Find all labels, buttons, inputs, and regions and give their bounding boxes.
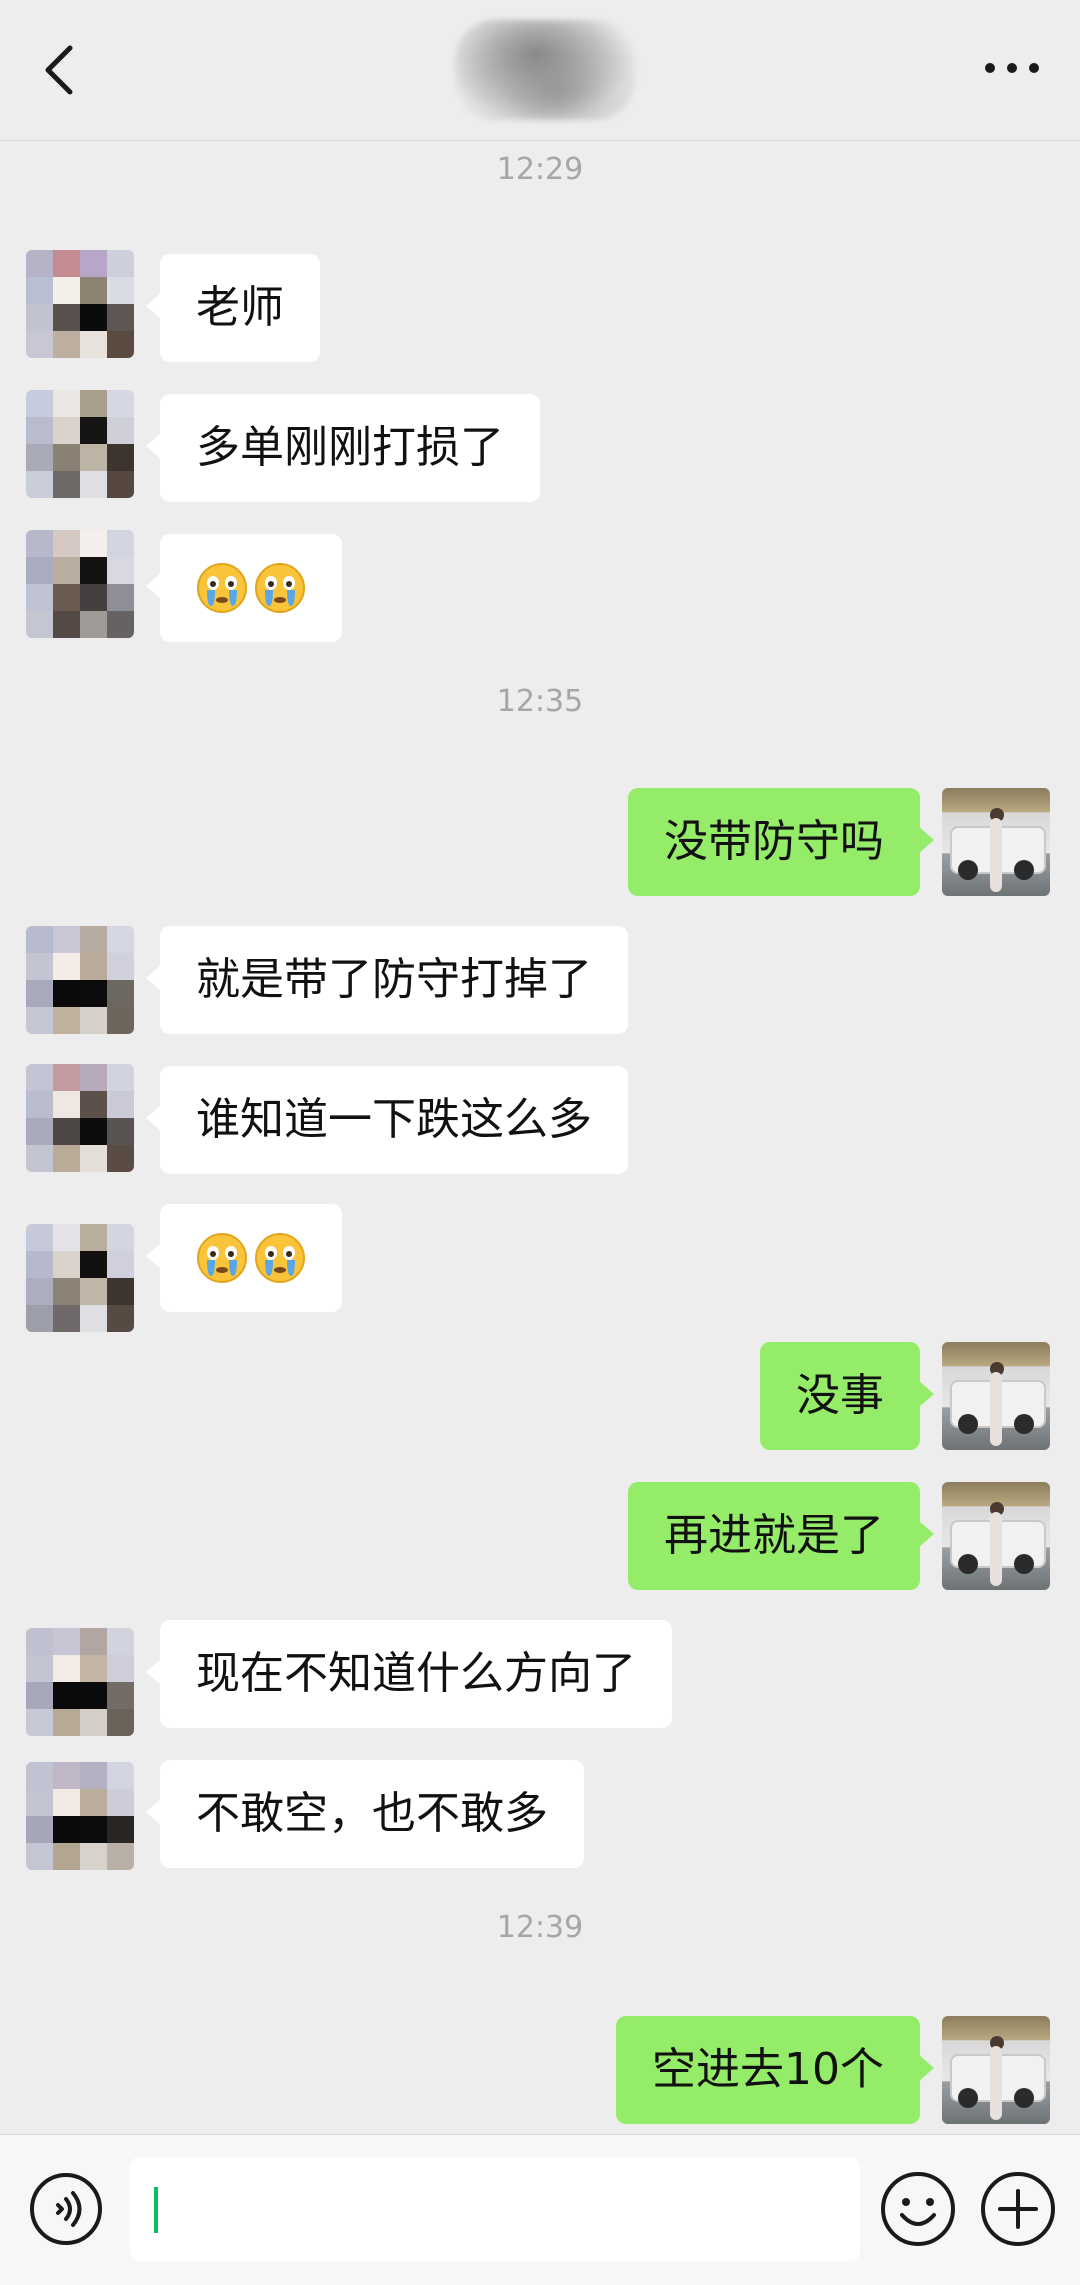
my-avatar[interactable] bbox=[942, 2016, 1050, 2124]
my-avatar[interactable] bbox=[942, 1482, 1050, 1590]
outgoing-message[interactable]: 没带防守吗 bbox=[628, 788, 934, 896]
message-input[interactable] bbox=[144, 2167, 848, 2253]
outgoing-message[interactable]: 没事 bbox=[760, 1342, 934, 1450]
message-text: 谁知道一下跌这么多 bbox=[196, 1094, 592, 1145]
incoming-message[interactable]: 不敢空，也不敢多 bbox=[146, 1760, 584, 1868]
crying-face-icon bbox=[197, 1233, 247, 1283]
crying-face-icon bbox=[255, 1233, 305, 1283]
incoming-message[interactable]: 老师 bbox=[146, 254, 320, 362]
my-avatar[interactable] bbox=[942, 1342, 1050, 1450]
outgoing-message[interactable]: 空进去10个 bbox=[616, 2016, 934, 2124]
message-text: 没事 bbox=[796, 1370, 884, 1421]
contact-avatar[interactable] bbox=[26, 926, 134, 1034]
emoji-row bbox=[196, 562, 306, 614]
message-input-box[interactable] bbox=[130, 2157, 860, 2261]
contact-avatar[interactable] bbox=[26, 250, 134, 358]
incoming-message[interactable]: 现在不知道什么方向了 bbox=[146, 1620, 672, 1728]
smiley-icon[interactable] bbox=[878, 2169, 958, 2249]
timestamp: 12:39 bbox=[496, 1910, 584, 1945]
message-text: 空进去10个 bbox=[652, 2044, 884, 2095]
text-caret bbox=[154, 2187, 158, 2233]
contact-avatar[interactable] bbox=[26, 1628, 134, 1736]
message-text: 不敢空，也不敢多 bbox=[196, 1788, 548, 1839]
chevron-left-icon[interactable] bbox=[36, 38, 86, 102]
timestamp: 12:29 bbox=[496, 152, 584, 187]
contact-avatar[interactable] bbox=[26, 530, 134, 638]
input-bar bbox=[0, 2134, 1080, 2285]
message-text: 现在不知道什么方向了 bbox=[196, 1648, 636, 1699]
message-text: 多单刚刚打损了 bbox=[196, 422, 504, 473]
incoming-message[interactable]: 谁知道一下跌这么多 bbox=[146, 1066, 628, 1174]
timestamp: 12:35 bbox=[496, 684, 584, 719]
incoming-message[interactable]: 就是带了防守打掉了 bbox=[146, 926, 628, 1034]
incoming-message[interactable] bbox=[146, 1204, 342, 1312]
emoji-row bbox=[196, 1232, 306, 1284]
crying-face-icon bbox=[255, 563, 305, 613]
more-horizontal-icon[interactable] bbox=[982, 58, 1042, 78]
contact-avatar[interactable] bbox=[26, 1762, 134, 1870]
message-text: 没带防守吗 bbox=[664, 816, 884, 867]
incoming-message[interactable]: 多单刚刚打损了 bbox=[146, 394, 540, 502]
crying-face-icon bbox=[197, 563, 247, 613]
message-text: 再进就是了 bbox=[664, 1510, 884, 1561]
chat-header bbox=[0, 0, 1080, 141]
plus-circle-icon[interactable] bbox=[978, 2169, 1058, 2249]
outgoing-message[interactable]: 再进就是了 bbox=[628, 1482, 934, 1590]
message-text: 老师 bbox=[196, 282, 284, 333]
contact-avatar[interactable] bbox=[26, 1064, 134, 1172]
incoming-message[interactable] bbox=[146, 534, 342, 642]
contact-avatar[interactable] bbox=[26, 1224, 134, 1332]
voice-icon[interactable] bbox=[28, 2171, 104, 2247]
my-avatar[interactable] bbox=[942, 788, 1050, 896]
message-list[interactable]: 12:29 老师 多单刚刚打损了 12:35 没带防守吗 就是带了防守打掉了 谁… bbox=[0, 140, 1080, 2134]
message-text: 就是带了防守打掉了 bbox=[196, 954, 592, 1005]
contact-avatar[interactable] bbox=[26, 390, 134, 498]
contact-name-blurred[interactable] bbox=[455, 20, 635, 120]
